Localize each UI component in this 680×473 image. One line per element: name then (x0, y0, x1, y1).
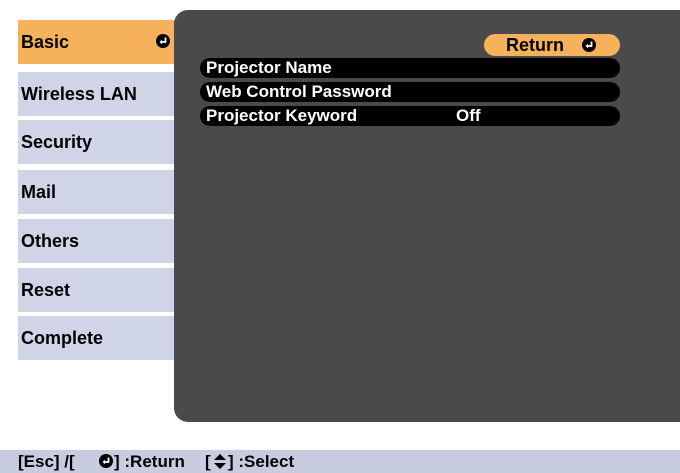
sidebar-item-label: Basic (21, 32, 70, 52)
sidebar-item-wireless-lan[interactable]: Wireless LAN (18, 72, 180, 116)
row-label: Web Control Password (206, 82, 392, 101)
sidebar-item-label: Security (21, 132, 93, 152)
row-label: Projector Name (206, 58, 332, 77)
sidebar-item-complete[interactable]: Complete (18, 316, 180, 360)
esc-hint: [Esc] /[ (18, 452, 75, 471)
row-value: Off (456, 106, 481, 125)
up-down-arrow-icon (214, 454, 226, 469)
sidebar-item-label: Complete (21, 328, 104, 348)
web-control-password-row[interactable]: Web Control Password (200, 82, 620, 102)
return-button[interactable]: Return (484, 34, 620, 56)
projector-name-row[interactable]: Projector Name (200, 58, 620, 78)
sidebar-item-others[interactable]: Others (18, 219, 180, 263)
return-hint: ] :Return (114, 452, 185, 471)
sidebar-item-label: Mail (21, 182, 57, 202)
sidebar-item-label: Wireless LAN (21, 84, 137, 104)
return-button-label: Return (506, 35, 564, 55)
sidebar-menu: Basic Wireless LAN Security Mail Others … (18, 0, 182, 420)
select-hint: ] :Select (228, 452, 295, 471)
settings-panel: Return Projector Name Web Control Passwo… (174, 10, 680, 422)
enter-icon (582, 38, 596, 52)
sidebar-item-security[interactable]: Security (18, 120, 180, 164)
sidebar-item-mail[interactable]: Mail (18, 170, 180, 214)
key-hint-bar: [Esc] /[ ] :Return [ ] :Select (0, 450, 680, 473)
enter-icon (99, 454, 113, 468)
sidebar-item-label: Reset (21, 280, 71, 300)
sidebar-item-label: Others (21, 231, 80, 251)
projector-keyword-row[interactable]: Projector Keyword Off (200, 106, 620, 126)
row-label: Projector Keyword (206, 106, 358, 125)
select-hint-open: [ (205, 452, 211, 471)
sidebar-item-basic[interactable]: Basic (18, 20, 180, 64)
sidebar-item-reset[interactable]: Reset (18, 268, 180, 312)
enter-icon (156, 34, 170, 48)
